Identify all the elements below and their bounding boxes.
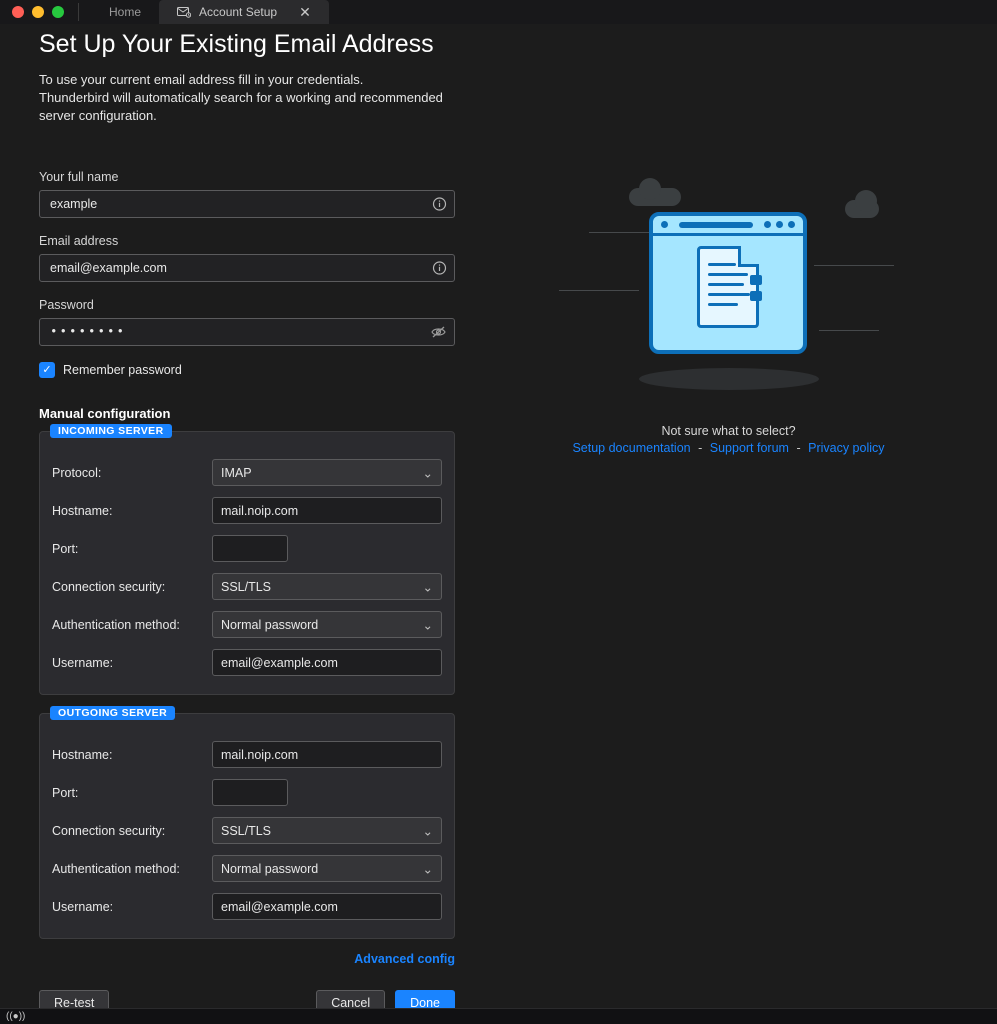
outgoing-port-label: Port: bbox=[52, 786, 212, 800]
tabbar-separator bbox=[78, 3, 79, 21]
window-zoom-icon[interactable] bbox=[52, 6, 64, 18]
outgoing-port-stepper[interactable]: ▲ ▼ bbox=[212, 779, 288, 806]
chevron-down-icon: ⌄ bbox=[423, 579, 433, 594]
incoming-port-label: Port: bbox=[52, 542, 212, 556]
setup-documentation-link[interactable]: Setup documentation bbox=[572, 441, 690, 455]
outgoing-auth-label: Authentication method: bbox=[52, 862, 212, 876]
outgoing-username-label: Username: bbox=[52, 900, 212, 914]
window-controls bbox=[12, 6, 64, 18]
incoming-username-input[interactable] bbox=[212, 649, 442, 676]
outgoing-server-box: OUTGOING SERVER Hostname: Port: ▲ ▼ bbox=[39, 713, 455, 939]
incoming-legend: INCOMING SERVER bbox=[50, 424, 172, 438]
incoming-security-label: Connection security: bbox=[52, 580, 212, 594]
intro-text: To use your current email address fill i… bbox=[39, 71, 460, 126]
illustration bbox=[569, 170, 889, 410]
tab-account-setup[interactable]: Account Setup ✕ bbox=[159, 0, 329, 24]
page-title: Set Up Your Existing Email Address bbox=[39, 30, 460, 59]
outgoing-security-label: Connection security: bbox=[52, 824, 212, 838]
broadcast-icon[interactable]: ((●)) bbox=[6, 1011, 25, 1022]
tab-active-label: Account Setup bbox=[199, 5, 277, 19]
close-tab-icon[interactable]: ✕ bbox=[299, 4, 311, 21]
help-prompt: Not sure what to select? bbox=[661, 424, 795, 438]
email-input[interactable] bbox=[39, 254, 455, 282]
status-bar: ((●)) bbox=[0, 1008, 997, 1024]
chevron-down-icon: ⌄ bbox=[423, 617, 433, 632]
outgoing-username-input[interactable] bbox=[212, 893, 442, 920]
incoming-port-stepper[interactable]: ▲ ▼ bbox=[212, 535, 288, 562]
info-icon[interactable] bbox=[432, 260, 447, 275]
incoming-server-box: INCOMING SERVER Protocol: IMAP ⌄ Hostnam… bbox=[39, 431, 455, 695]
outgoing-port-input[interactable] bbox=[213, 780, 288, 805]
email-label: Email address bbox=[39, 234, 460, 248]
chevron-down-icon: ⌄ bbox=[423, 861, 433, 876]
incoming-protocol-select[interactable]: IMAP ⌄ bbox=[212, 459, 442, 486]
incoming-hostname-input[interactable] bbox=[212, 497, 442, 524]
incoming-protocol-label: Protocol: bbox=[52, 466, 212, 480]
titlebar: Home Account Setup ✕ bbox=[0, 0, 997, 24]
outgoing-legend: OUTGOING SERVER bbox=[50, 706, 175, 720]
incoming-auth-label: Authentication method: bbox=[52, 618, 212, 632]
mail-setup-icon bbox=[177, 6, 191, 18]
remember-password-label: Remember password bbox=[63, 363, 182, 377]
chevron-down-icon: ⌄ bbox=[423, 465, 433, 480]
fullname-label: Your full name bbox=[39, 170, 460, 184]
incoming-auth-select[interactable]: Normal password ⌄ bbox=[212, 611, 442, 638]
tab-home-label: Home bbox=[109, 5, 141, 19]
window-minimize-icon[interactable] bbox=[32, 6, 44, 18]
password-input[interactable] bbox=[39, 318, 455, 346]
incoming-port-input[interactable] bbox=[213, 536, 288, 561]
chevron-down-icon: ⌄ bbox=[423, 823, 433, 838]
window-close-icon[interactable] bbox=[12, 6, 24, 18]
outgoing-hostname-input[interactable] bbox=[212, 741, 442, 768]
incoming-username-label: Username: bbox=[52, 656, 212, 670]
tab-home[interactable]: Home bbox=[91, 0, 159, 24]
outgoing-hostname-label: Hostname: bbox=[52, 748, 212, 762]
info-icon[interactable] bbox=[432, 196, 447, 211]
password-label: Password bbox=[39, 298, 460, 312]
advanced-config-link[interactable]: Advanced config bbox=[354, 952, 455, 966]
privacy-policy-link[interactable]: Privacy policy bbox=[808, 441, 884, 455]
fullname-input[interactable] bbox=[39, 190, 455, 218]
outgoing-security-select[interactable]: SSL/TLS ⌄ bbox=[212, 817, 442, 844]
support-forum-link[interactable]: Support forum bbox=[710, 441, 789, 455]
incoming-hostname-label: Hostname: bbox=[52, 504, 212, 518]
remember-password-checkbox[interactable]: ✓ bbox=[39, 362, 55, 378]
eye-off-icon[interactable] bbox=[430, 325, 447, 339]
outgoing-auth-select[interactable]: Normal password ⌄ bbox=[212, 855, 442, 882]
manual-config-heading: Manual configuration bbox=[39, 406, 460, 421]
incoming-security-select[interactable]: SSL/TLS ⌄ bbox=[212, 573, 442, 600]
